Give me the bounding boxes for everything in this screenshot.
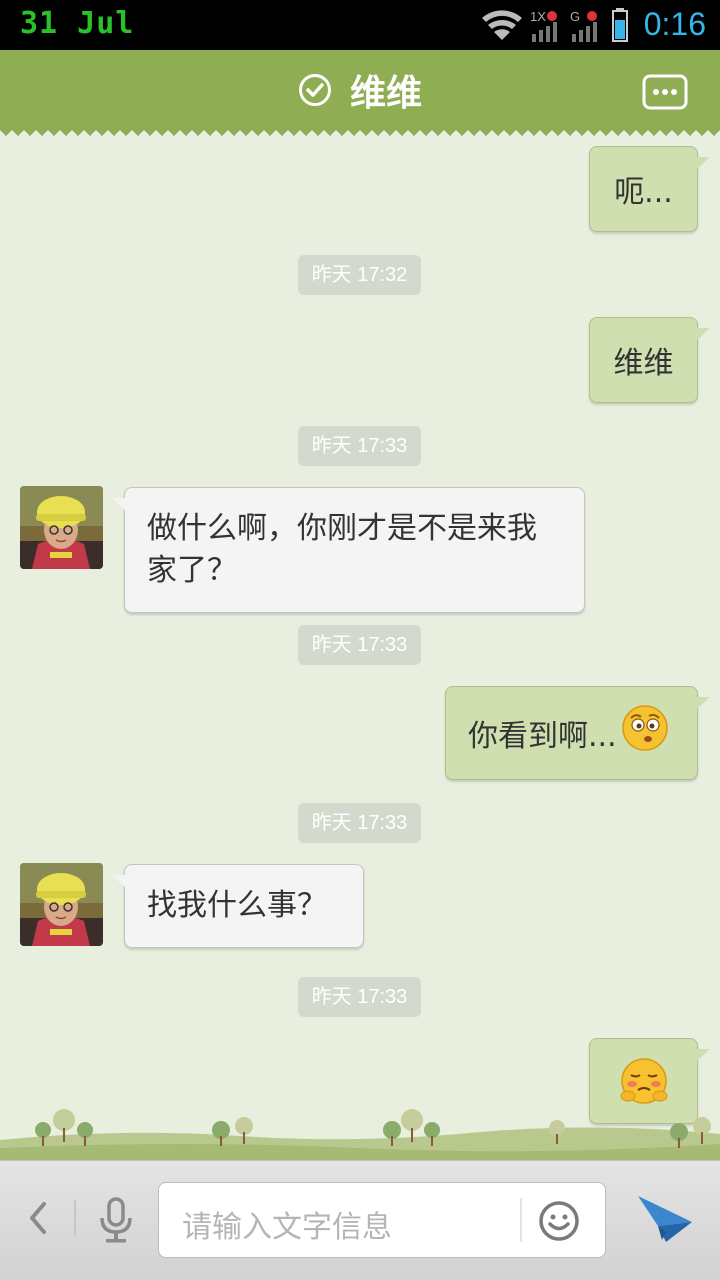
- message-text: 找我什么事？: [147, 888, 327, 923]
- check-circle-icon: [298, 74, 331, 106]
- timestamp: 昨天 17:33: [298, 803, 421, 843]
- microphone-icon[interactable]: [96, 1196, 136, 1244]
- message-text: 做什么啊，你刚才是不是来我家了？: [147, 511, 537, 588]
- message-text: 维维: [613, 346, 674, 381]
- back-chevron-icon[interactable]: [24, 1198, 50, 1238]
- send-icon[interactable]: [636, 1192, 694, 1246]
- landscape-decoration: [0, 1109, 720, 1162]
- timestamp: 昨天 17:33: [298, 625, 421, 665]
- smiley-icon[interactable]: [538, 1200, 580, 1242]
- status-icons: 1X G: [482, 8, 628, 42]
- title-center: 维维: [0, 50, 720, 130]
- message-text: 呃...: [614, 175, 673, 210]
- status-time: 0:16: [643, 6, 706, 42]
- battery-icon: [612, 8, 628, 42]
- message-bubble-outgoing[interactable]: 呃...: [589, 146, 710, 232]
- chat-area[interactable]: 呃... 昨天 17:32 维维 昨天 17:33 做什么啊，你刚才是不是来我家…: [0, 138, 720, 1160]
- wifi-icon: [482, 10, 522, 40]
- message-bubble-incoming[interactable]: 找我什么事？: [112, 864, 364, 948]
- confused-face-emoji: [621, 705, 668, 751]
- more-icon[interactable]: [642, 74, 688, 110]
- message-bubble-incoming[interactable]: 做什么啊，你刚才是不是来我家了？: [112, 487, 585, 613]
- status-date: 31 Jul: [20, 6, 135, 41]
- divider: [520, 1198, 522, 1242]
- signal-1x-icon: 1X: [530, 9, 557, 42]
- svg-text:G: G: [570, 9, 580, 24]
- shy-face-emoji: [620, 1058, 667, 1104]
- message-bubble-outgoing[interactable]: 维维: [589, 317, 710, 403]
- signal-g-icon: G: [570, 9, 597, 42]
- timestamp: 昨天 17:33: [298, 977, 421, 1017]
- svg-text:1X: 1X: [530, 9, 546, 24]
- divider: [74, 1200, 76, 1236]
- avatar[interactable]: [20, 486, 103, 569]
- avatar[interactable]: [20, 863, 103, 946]
- timestamp: 昨天 17:32: [298, 255, 421, 295]
- page-title: 维维: [349, 73, 422, 114]
- timestamp: 昨天 17:33: [298, 426, 421, 466]
- message-text: 你看到啊...: [468, 719, 617, 754]
- message-input-placeholder: 请输入文字信息: [182, 1210, 392, 1245]
- message-bubble-outgoing[interactable]: 你看到啊...: [445, 686, 710, 780]
